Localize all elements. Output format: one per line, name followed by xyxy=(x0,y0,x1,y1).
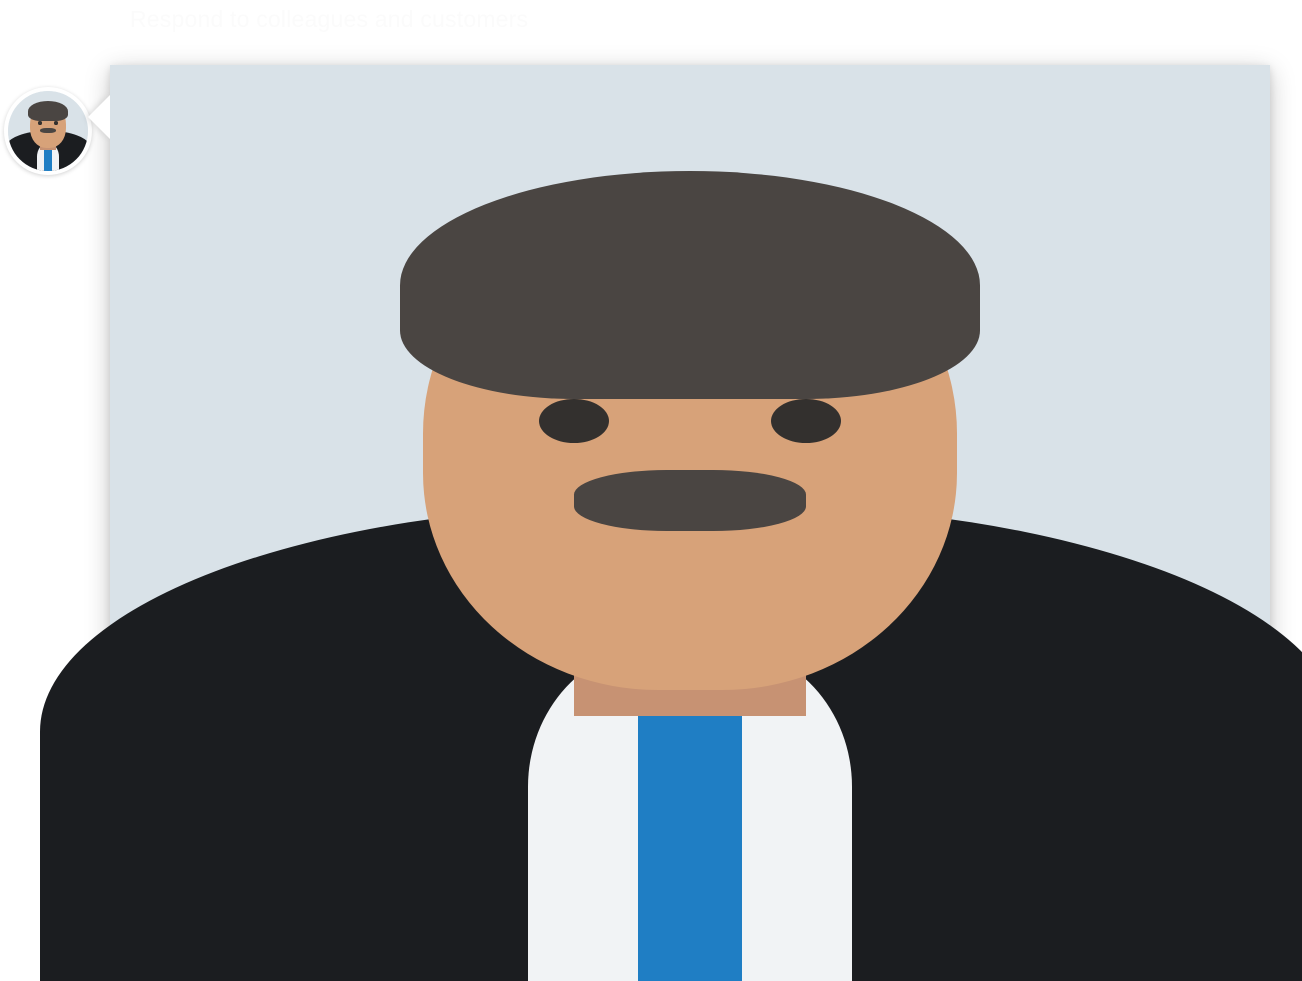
actor-avatar-image xyxy=(8,91,88,171)
comment-composer xyxy=(40,65,1302,981)
speech-bubble-tail-icon xyxy=(88,95,110,139)
male-avatar-icon xyxy=(8,91,88,171)
notification-card: Yod Agbariareplied tozPhone #893 zPhone … xyxy=(40,65,1302,981)
male-avatar-icon xyxy=(40,65,1302,981)
actor-avatar[interactable] xyxy=(4,87,92,175)
page-title: Respond to colleagues and customers xyxy=(130,6,529,32)
